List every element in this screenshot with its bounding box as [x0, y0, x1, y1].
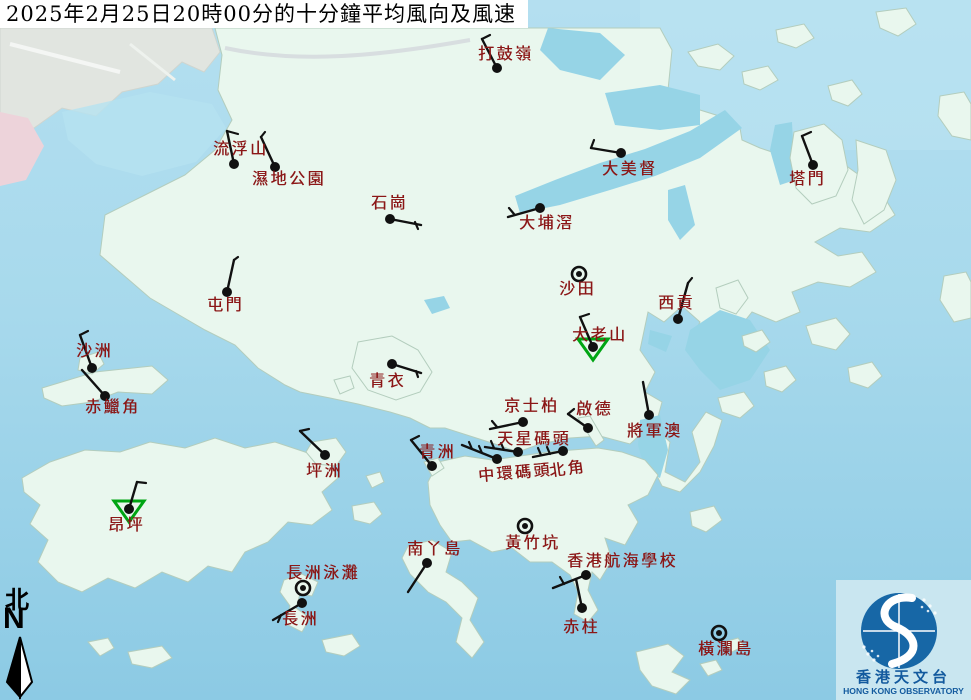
wind-map: 打鼓嶺流浮山濕地公園石崗大埔滘大美督塔門沙田西貢大老山屯門沙洲赤鱲角青衣青洲京士…	[0, 0, 971, 700]
station-waglan-island	[712, 626, 726, 640]
station-tuen-mun	[222, 257, 238, 297]
station-dot	[616, 148, 626, 158]
station-peng-chau	[300, 429, 330, 460]
station-dot	[87, 363, 97, 373]
station-central-pier	[462, 442, 502, 464]
wind-barb-tick	[802, 132, 811, 136]
wind-barb-tick	[538, 448, 541, 455]
wind-barb-shaft	[643, 382, 649, 415]
station-hk-sea-school	[553, 570, 591, 588]
station-dot	[222, 287, 232, 297]
station-sha-tin	[572, 267, 586, 281]
wind-barb-shaft	[300, 431, 325, 455]
north-compass: 北 N	[0, 580, 46, 700]
wind-barb-tick	[300, 429, 309, 431]
station-dot	[300, 585, 306, 591]
station-sha-chau	[80, 331, 97, 373]
station-dot	[427, 461, 437, 471]
station-dot	[229, 159, 239, 169]
wind-barb-tick	[482, 35, 490, 39]
map-title: 2025年2月25日20時00分的十分鐘平均風向及風速	[0, 0, 528, 28]
station-lamma-island	[408, 558, 432, 592]
station-dot	[577, 603, 587, 613]
station-dot	[320, 450, 330, 460]
wind-barb-shaft	[80, 335, 92, 368]
station-dot	[297, 598, 307, 608]
station-dot	[588, 342, 598, 352]
wind-barb-tick	[580, 314, 589, 317]
station-wong-chuk-hang	[518, 519, 532, 533]
wind-barb-tick	[234, 257, 238, 260]
station-shek-kong	[385, 214, 421, 229]
station-dot	[558, 446, 568, 456]
station-dot	[644, 410, 654, 420]
wind-barb-shaft	[408, 563, 427, 592]
hko-logo: 香港天文台 HONG KONG OBSERVATORY	[836, 580, 971, 700]
station-dot	[124, 504, 134, 514]
wind-barb-shaft	[485, 447, 518, 452]
stations-layer	[0, 0, 971, 700]
station-chek-lap-kok	[82, 370, 110, 401]
station-dot	[535, 203, 545, 213]
wind-barb-shaft	[82, 370, 105, 396]
station-wetland-park	[261, 132, 280, 172]
station-dot	[673, 314, 683, 324]
station-dot	[513, 447, 523, 457]
station-cheung-chau-beach	[296, 581, 310, 595]
station-dot	[422, 558, 432, 568]
wind-barb-tick	[509, 208, 514, 214]
station-cheung-chau	[273, 598, 307, 622]
station-dot	[518, 417, 528, 427]
station-tai-po-kau	[508, 203, 545, 217]
station-sai-kung	[673, 278, 692, 324]
wind-barb-shaft	[553, 575, 586, 588]
station-ngong-ping	[114, 482, 146, 522]
station-dot	[581, 570, 591, 580]
station-star-ferry	[485, 441, 523, 457]
station-dot	[387, 359, 397, 369]
station-kings-park	[490, 417, 528, 429]
station-ta-kwu-ling	[482, 35, 502, 73]
wind-barb-shaft	[678, 283, 688, 319]
wind-barb-tick	[492, 421, 497, 427]
wind-barb-tick	[261, 132, 265, 137]
station-dot	[583, 423, 593, 433]
wind-barb-tick	[80, 331, 88, 335]
station-kai-tak	[568, 409, 593, 433]
station-dot	[716, 630, 722, 636]
wind-barb-tick	[688, 278, 692, 283]
north-arrow-icon	[0, 580, 46, 700]
station-dot	[492, 454, 502, 464]
station-north-point	[533, 446, 568, 457]
station-dot	[492, 63, 502, 73]
wind-barb-shaft	[273, 603, 302, 620]
station-dot	[100, 391, 110, 401]
wind-barb-shaft	[411, 440, 432, 466]
station-stanley	[576, 579, 587, 613]
station-dot	[270, 162, 280, 172]
station-tap-mun	[802, 132, 818, 170]
station-green-island	[411, 436, 437, 471]
wind-barb-shaft	[227, 131, 234, 164]
station-dot	[522, 523, 528, 529]
station-tsing-yi	[387, 359, 421, 377]
station-dot	[808, 160, 818, 170]
hko-name-zh: 香港天文台	[836, 670, 971, 685]
wind-barb-tick	[137, 482, 146, 483]
hko-name-en: HONG KONG OBSERVATORY	[836, 687, 971, 696]
station-dot	[576, 271, 582, 277]
wind-barb-tick	[415, 222, 418, 229]
station-tates-cairn	[578, 314, 608, 360]
station-dot	[385, 214, 395, 224]
wind-barb-tick	[411, 436, 419, 440]
station-tseung-kwan-o	[643, 382, 654, 420]
wind-barb-tick	[568, 409, 574, 414]
wind-barb-tick	[560, 577, 564, 584]
station-lau-fau-shan	[227, 131, 239, 169]
station-tai-mei-tuk	[591, 140, 626, 158]
wind-barb-tick	[591, 140, 594, 148]
